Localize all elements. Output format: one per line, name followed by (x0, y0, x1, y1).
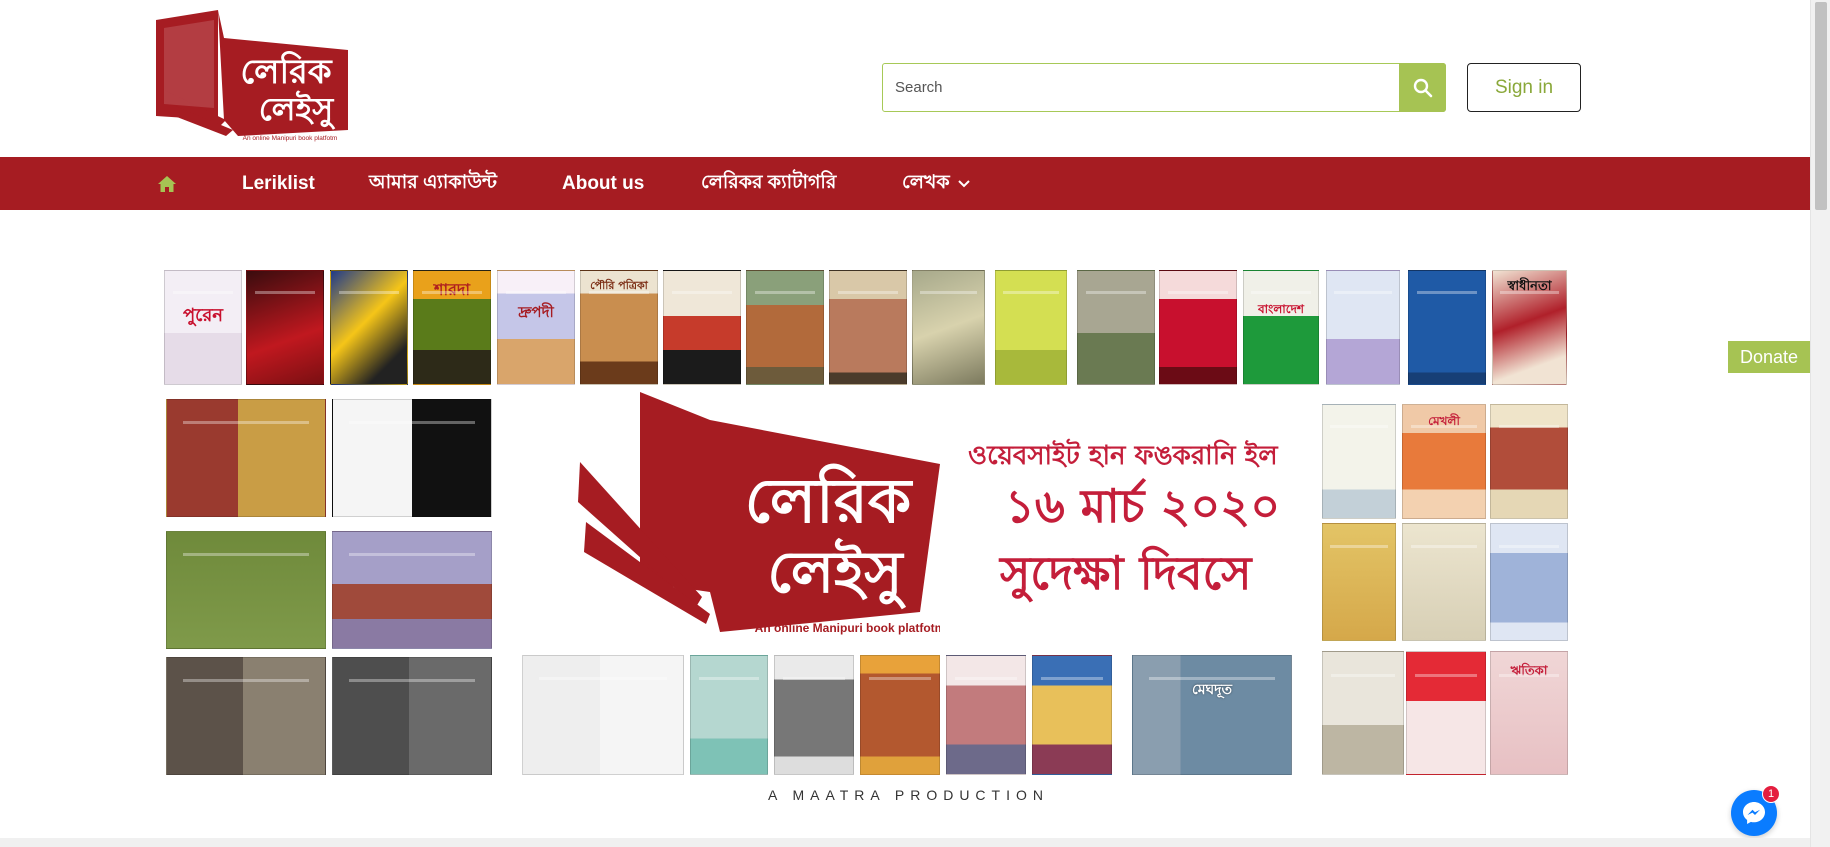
search-button[interactable] (1399, 63, 1446, 112)
nav-item-book-category[interactable]: লেরিকর ক্যাটাগরি (701, 157, 836, 210)
book-cover (1490, 523, 1568, 641)
nav-item-leriklist[interactable]: Leriklist (242, 157, 315, 210)
home-icon (158, 175, 176, 192)
book-cover (1408, 270, 1486, 385)
notification-badge: 1 (1762, 785, 1780, 803)
scrollbar[interactable] (1810, 0, 1830, 847)
book-cover (774, 655, 854, 775)
book-cover: পুরেন (164, 270, 242, 385)
book-cover (860, 655, 940, 775)
book-cover (946, 655, 1026, 775)
page-bottom-edge (0, 838, 1810, 847)
hero-banner: পুরেন শারদা দ্রুপদী পৌরি পত্রিকা বাংলাদে… (162, 267, 1574, 807)
book-cover (1322, 404, 1396, 519)
donate-button[interactable]: Donate (1728, 341, 1810, 373)
book-cover (746, 270, 824, 385)
book-cover (522, 655, 684, 775)
search-input[interactable] (883, 64, 1398, 111)
book-cover: মেখলী (1402, 404, 1486, 519)
book-cover (1406, 651, 1486, 775)
logo-tagline: An online Manipuri book platfotm (243, 135, 338, 142)
book-cover (1322, 651, 1404, 775)
launch-date: ১৬ মার্চ ২০২০ (1005, 479, 1281, 533)
nav-item-my-account[interactable]: আমার এ্যাকাউন্ট (369, 157, 497, 210)
scrollbar-thumb[interactable] (1815, 2, 1827, 210)
book-cover (829, 270, 907, 385)
book-cover: মেঘদূত (1132, 655, 1292, 775)
book-cover: দ্রুপদী (497, 270, 575, 385)
book-cover (332, 399, 492, 517)
logo-title-line1: লেরিক (240, 51, 333, 92)
nav-item-writers[interactable]: লেখক (902, 157, 970, 210)
book-cover (332, 657, 492, 775)
book-cover: পৌরি পত্রিকা (580, 270, 658, 385)
launch-occasion: সুদেক্ষা দিবসে (1000, 546, 1252, 600)
book-cover (1490, 404, 1568, 519)
book-cover (332, 531, 492, 649)
chevron-down-icon (957, 179, 970, 187)
book-cover: ঋতিকা (1490, 651, 1568, 775)
nav-home[interactable] (155, 157, 179, 210)
site-header: লেরিক লেইসু An online Manipuri book plat… (0, 0, 1810, 157)
book-cover (995, 270, 1067, 385)
book-cover (1032, 655, 1112, 775)
banner-logo-line2: লেইসু (767, 537, 906, 610)
book-cover (1402, 523, 1486, 641)
book-cover: বাংলাদেশ (1243, 270, 1319, 385)
book-cover (690, 655, 768, 775)
nav-item-about-us[interactable]: About us (562, 157, 644, 210)
book-cover: স্বাধীনতা (1492, 270, 1567, 385)
search-box (882, 63, 1446, 112)
production-credit: A MAATRA PRODUCTION (768, 787, 1049, 803)
sign-in-button[interactable]: Sign in (1467, 63, 1581, 112)
book-cover (1077, 270, 1155, 385)
search-icon (1413, 78, 1432, 97)
logo-title-line2: লেইসু (259, 90, 336, 130)
book-cover (912, 270, 985, 385)
main-nav: Leriklist আমার এ্যাকাউন্ট About us লেরিক… (0, 157, 1810, 210)
book-cover (330, 270, 408, 385)
book-cover (166, 531, 326, 649)
book-cover (1159, 270, 1237, 385)
book-cover (663, 270, 741, 385)
book-cover (246, 270, 324, 385)
banner-logo: লেরিক লেইসু An online Manipuri book plat… (578, 392, 940, 635)
banner-logo-tagline: An online Manipuri book platfotm (755, 621, 940, 635)
book-cover (166, 399, 326, 517)
book-cover: শারদা (413, 270, 491, 385)
banner-logo-line1: লেরিক (745, 464, 914, 537)
messenger-icon (1743, 802, 1765, 824)
book-cover (1322, 523, 1396, 641)
book-cover (1326, 270, 1400, 385)
book-cover (166, 657, 326, 775)
site-logo[interactable]: লেরিক লেইসু An online Manipuri book plat… (148, 8, 348, 143)
nav-item-writers-label: লেখক (902, 171, 950, 193)
